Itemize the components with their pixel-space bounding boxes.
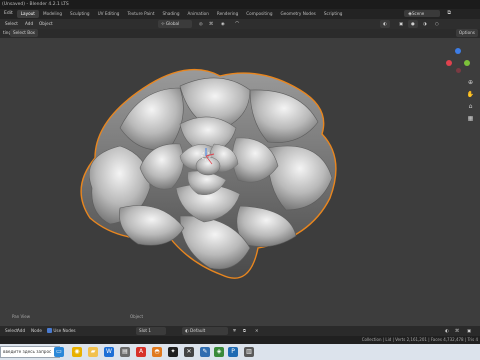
pivot-icon[interactable]: ◎ bbox=[196, 20, 206, 28]
material-name: Default bbox=[190, 328, 206, 333]
select-box-dropdown[interactable]: Select Box bbox=[10, 29, 39, 37]
snap-icon[interactable]: ⌘ bbox=[206, 20, 216, 28]
checkbox-icon bbox=[47, 327, 52, 333]
add-scene-icon[interactable]: ⧉ bbox=[447, 10, 451, 16]
duplicate-material-icon[interactable]: ⧉ bbox=[240, 327, 249, 335]
scene-statistics: Collection | Lid | Verts 2,161,201 | Fac… bbox=[361, 337, 478, 342]
window-title: (Unsaved) - Blender 4.2.1 LTS bbox=[0, 0, 480, 9]
axis-x-icon[interactable] bbox=[446, 60, 452, 66]
node-overlay-icon[interactable]: ◐ bbox=[442, 327, 452, 335]
xray-icon[interactable]: ▣ bbox=[396, 20, 406, 28]
tab-layout[interactable]: Layout bbox=[16, 10, 39, 18]
pinned-app-icon[interactable]: ✦ bbox=[168, 347, 178, 357]
transform-orientation-dropdown[interactable]: ⊹ Global bbox=[158, 20, 192, 28]
use-nodes-checkbox[interactable]: Use Nodes bbox=[44, 327, 79, 335]
photos-icon[interactable]: ◈ bbox=[214, 347, 224, 357]
tab-geometry-nodes[interactable]: Geometry Nodes bbox=[277, 10, 320, 18]
shading-rendered-icon[interactable]: ○ bbox=[432, 20, 442, 28]
tab-sculpting[interactable]: Sculpting bbox=[66, 10, 94, 18]
menu-object[interactable]: Object bbox=[36, 20, 56, 28]
ortho-grid-icon[interactable]: ▦ bbox=[466, 114, 475, 123]
chrome-icon[interactable]: ◉ bbox=[72, 347, 82, 357]
orientation-label: Global bbox=[165, 21, 180, 26]
viewport-header: Select Add Object ⊹ Global ◎ ⌘ ◉ ⌒ ◐ ▣ ●… bbox=[0, 19, 480, 29]
shading-material-icon[interactable]: ◑ bbox=[420, 20, 430, 28]
options-dropdown[interactable]: Options bbox=[455, 29, 478, 37]
tool-header: ting Select Box Options bbox=[0, 29, 480, 38]
blender-icon[interactable]: ◓ bbox=[152, 347, 162, 357]
falloff-icon[interactable]: ⌒ bbox=[232, 20, 242, 28]
tab-shading[interactable]: Shading bbox=[158, 10, 183, 18]
tab-uv-editing[interactable]: UV Editing bbox=[94, 10, 124, 18]
slot-dropdown[interactable]: Slot 1 bbox=[136, 327, 166, 335]
tab-texture-paint[interactable]: Texture Paint bbox=[123, 10, 158, 18]
node-snap-icon[interactable]: ⌘ bbox=[452, 327, 462, 335]
zoom-icon[interactable]: ⊕ bbox=[466, 78, 475, 87]
photoshop-icon[interactable]: P bbox=[228, 347, 238, 357]
use-nodes-label: Use Nodes bbox=[53, 328, 76, 333]
tools-icon[interactable]: ✕ bbox=[184, 347, 194, 357]
paint-icon[interactable]: ✎ bbox=[200, 347, 210, 357]
node-view-icon[interactable]: ▣ bbox=[464, 327, 474, 335]
camera-view-icon[interactable]: ⌂ bbox=[466, 102, 475, 111]
status-bar: Collection | Lid | Verts 2,161,201 | Fac… bbox=[0, 336, 480, 344]
axis-y-icon[interactable] bbox=[464, 60, 470, 66]
menu-add[interactable]: Add bbox=[22, 20, 36, 28]
node-menu-add[interactable]: Add bbox=[14, 327, 28, 335]
task-view-icon[interactable]: ▭ bbox=[54, 347, 64, 357]
tab-scripting[interactable]: Scripting bbox=[320, 10, 347, 18]
flower-sculpt-model[interactable] bbox=[0, 38, 480, 326]
fake-user-icon[interactable]: ⛨ bbox=[230, 327, 239, 335]
3d-viewport[interactable]: ⊕ ✋ ⌂ ▦ bbox=[0, 38, 480, 326]
object-hint: Object bbox=[130, 314, 144, 319]
misc-app-icon[interactable]: ▥ bbox=[244, 347, 254, 357]
app-icon[interactable]: ▤ bbox=[120, 347, 130, 357]
unlink-material-icon[interactable]: ✕ bbox=[252, 327, 262, 335]
viewport-overlays-icon[interactable]: ◐ bbox=[380, 20, 390, 28]
axis-neg-x-icon[interactable] bbox=[456, 68, 461, 73]
menu-edit[interactable]: Edit bbox=[0, 10, 17, 18]
tab-animation[interactable]: Animation bbox=[184, 10, 213, 18]
scene-name: Scene bbox=[412, 11, 425, 16]
acrobat-icon[interactable]: A bbox=[136, 347, 146, 357]
pan-view-hint: Pan View bbox=[12, 314, 30, 319]
os-taskbar: введите здесь запрос ▭ ◉ ▰ W ▤ A ◓ ✦ ✕ ✎… bbox=[0, 344, 480, 360]
axis-z-icon[interactable] bbox=[455, 48, 461, 54]
node-editor-header: Select Add Node Use Nodes Slot 1 ◐ Defau… bbox=[0, 326, 480, 336]
file-explorer-icon[interactable]: ▰ bbox=[88, 347, 98, 357]
shading-solid-icon[interactable]: ● bbox=[408, 20, 418, 28]
taskbar-search-input[interactable]: введите здесь запрос bbox=[0, 346, 60, 358]
word-icon[interactable]: W bbox=[104, 347, 114, 357]
tab-modeling[interactable]: Modeling bbox=[39, 10, 66, 18]
material-dropdown[interactable]: ◐ Default bbox=[182, 327, 228, 335]
tab-rendering[interactable]: Rendering bbox=[213, 10, 242, 18]
scene-icon: ◈ bbox=[408, 11, 412, 17]
navigation-gizmo[interactable] bbox=[446, 48, 472, 74]
proportional-edit-icon[interactable]: ◉ bbox=[218, 20, 228, 28]
menu-select[interactable]: Select bbox=[2, 20, 21, 28]
node-menu-node[interactable]: Node bbox=[28, 327, 45, 335]
pan-hand-icon[interactable]: ✋ bbox=[466, 90, 475, 99]
viewport-statusline: Pan View Object bbox=[0, 313, 480, 321]
tab-compositing[interactable]: Compositing bbox=[242, 10, 276, 18]
